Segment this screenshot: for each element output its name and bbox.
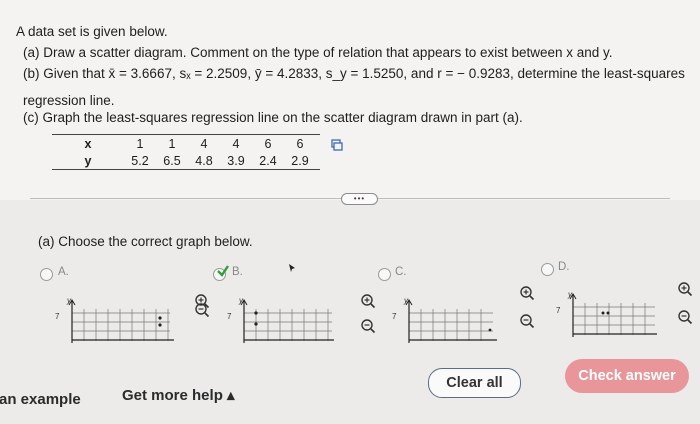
question-part-b: (b) Given that x̄ = 3.6667, sₓ = 2.2509,… bbox=[23, 66, 685, 81]
question-part-b-continued: regression line. bbox=[23, 93, 115, 108]
checkmark-icon bbox=[217, 265, 229, 277]
zoom-in-icon[interactable] bbox=[519, 285, 535, 301]
option-b-y-axis-label: y bbox=[238, 296, 244, 305]
table-bottom-rule bbox=[52, 169, 320, 170]
x-cell: 6 bbox=[264, 136, 272, 151]
x-cell: 4 bbox=[200, 136, 208, 151]
clear-all-button[interactable]: Clear all bbox=[428, 368, 521, 398]
y-cell: 3.9 bbox=[227, 153, 245, 168]
table-row-x: x 1 1 4 4 6 6 bbox=[52, 135, 320, 152]
y-cell: 4.8 bbox=[195, 153, 213, 168]
more-button[interactable]: ••• bbox=[341, 193, 378, 205]
x-cell: 4 bbox=[232, 136, 240, 151]
option-b-graph: y 7 bbox=[227, 296, 334, 343]
option-a-label: A. bbox=[58, 266, 69, 278]
option-b-label: B. bbox=[232, 266, 243, 278]
zoom-out-icon[interactable] bbox=[677, 309, 693, 325]
zoom-out-icon[interactable] bbox=[194, 302, 210, 318]
get-more-help-button[interactable]: Get more help ▴ bbox=[122, 386, 235, 404]
x-header: x bbox=[84, 136, 92, 151]
copy-data-icon[interactable] bbox=[331, 139, 343, 151]
cursor-arrow-icon bbox=[289, 264, 295, 272]
y-cell: 2.9 bbox=[291, 153, 309, 168]
option-d-y-axis-label: y bbox=[567, 290, 573, 299]
y-header: y bbox=[84, 153, 92, 168]
data-table: x 1 1 4 4 6 6 y 5.2 6.5 4.8 3.9 2.4 2.9 bbox=[52, 134, 320, 170]
check-answer-button[interactable]: Check answer bbox=[565, 359, 689, 393]
table-row-y: y 5.2 6.5 4.8 3.9 2.4 2.9 bbox=[52, 152, 320, 169]
zoom-out-icon[interactable] bbox=[360, 318, 376, 334]
option-d-label: D. bbox=[558, 261, 570, 273]
option-a-y-tick: 7 bbox=[55, 312, 60, 321]
option-b-y-tick: 7 bbox=[227, 312, 232, 321]
option-c-y-axis-label: y bbox=[403, 296, 409, 305]
option-d-y-tick: 7 bbox=[556, 306, 561, 315]
option-c-graph: y 7 bbox=[392, 296, 497, 343]
option-c-radio[interactable] bbox=[378, 268, 391, 281]
problem-panel: A data set is given below. (a) Draw a sc… bbox=[0, 0, 700, 200]
option-a-graph: y 7 bbox=[55, 296, 174, 343]
y-cell: 5.2 bbox=[131, 153, 149, 168]
x-cell: 1 bbox=[168, 136, 176, 151]
x-cell: 6 bbox=[296, 136, 304, 151]
option-c-y-tick: 7 bbox=[392, 312, 397, 321]
option-d-radio[interactable] bbox=[541, 263, 554, 276]
problem-intro: A data set is given below. bbox=[16, 24, 168, 39]
zoom-out-icon[interactable] bbox=[519, 313, 535, 329]
option-a-radio[interactable] bbox=[40, 268, 53, 281]
y-cell: 6.5 bbox=[163, 153, 181, 168]
question-part-a: (a) Draw a scatter diagram. Comment on t… bbox=[23, 45, 613, 60]
question-part-c: (c) Graph the least-squares regression l… bbox=[23, 110, 523, 125]
option-d-graph: y 7 bbox=[556, 290, 657, 337]
x-cell: 1 bbox=[136, 136, 144, 151]
view-example-link[interactable]: an example bbox=[0, 391, 81, 408]
option-c-label: C. bbox=[395, 266, 407, 278]
part-a-prompt: (a) Choose the correct graph below. bbox=[38, 234, 253, 249]
zoom-in-icon[interactable] bbox=[360, 293, 376, 309]
y-cell: 2.4 bbox=[259, 153, 277, 168]
option-a-y-axis-label: y bbox=[66, 296, 72, 305]
zoom-in-icon[interactable] bbox=[677, 281, 693, 297]
